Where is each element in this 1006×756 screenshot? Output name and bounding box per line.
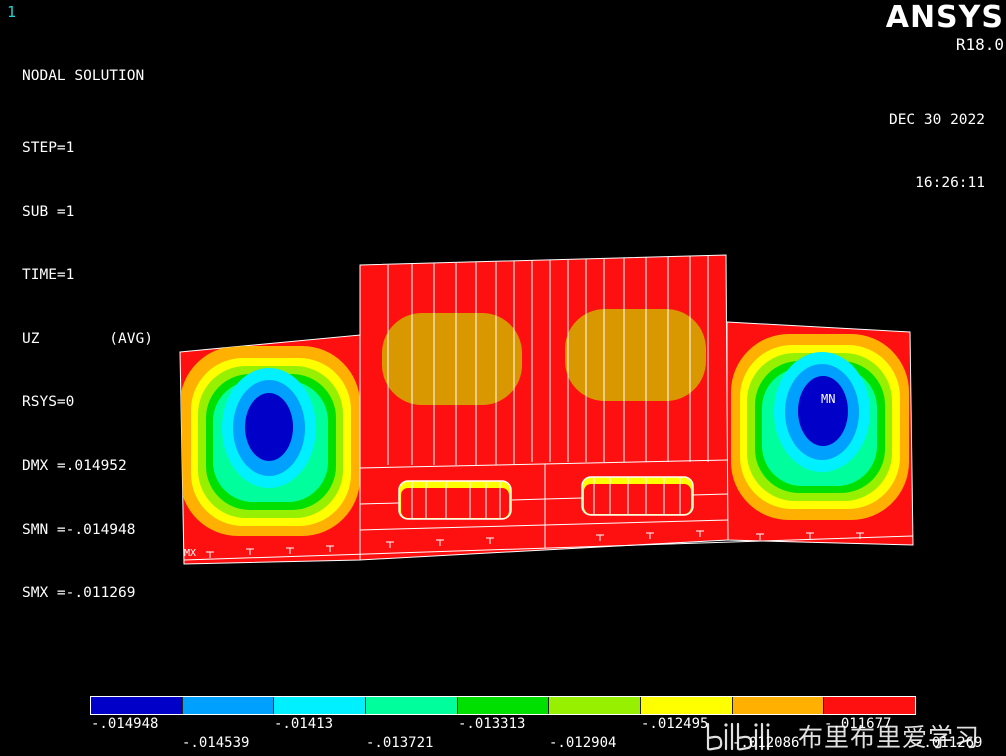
watermark-text: 布里布里爱学习: [798, 723, 981, 752]
legend-swatch-1: [91, 697, 182, 714]
bilibili-watermark: 布里布里爱学习: [704, 718, 980, 754]
contour-model-viewport[interactable]: MN MX: [0, 0, 1006, 690]
legend-swatch-4: [365, 697, 457, 714]
legend-swatch-7: [640, 697, 732, 714]
legend-label: -.013313: [458, 716, 526, 732]
legend-label: -.014539: [182, 735, 250, 751]
opening-left: [398, 480, 512, 520]
legend-swatch-9: [823, 697, 916, 714]
legend-swatch-2: [181, 697, 274, 714]
bilibili-logo-icon: [706, 722, 770, 751]
legend-swatch-5: [456, 697, 549, 714]
opening-right: [581, 476, 694, 516]
legend-swatch-3: [273, 697, 366, 714]
legend-label: -.014948: [91, 716, 159, 732]
legend-label: -.01413: [274, 716, 334, 732]
left-wing-panel: [179, 334, 361, 565]
legend-label: -.012495: [641, 716, 709, 732]
right-wing-panel: [726, 321, 914, 546]
legend-swatch-6: [548, 697, 641, 714]
max-marker-label: MX: [184, 548, 196, 559]
center-panel: [359, 254, 729, 561]
legend-label: -.013721: [366, 735, 434, 751]
min-marker-label: MN: [821, 392, 835, 406]
legend-label: -.012904: [549, 735, 617, 751]
contour-legend-bar: [90, 696, 916, 715]
legend-swatch-8: [731, 697, 824, 714]
